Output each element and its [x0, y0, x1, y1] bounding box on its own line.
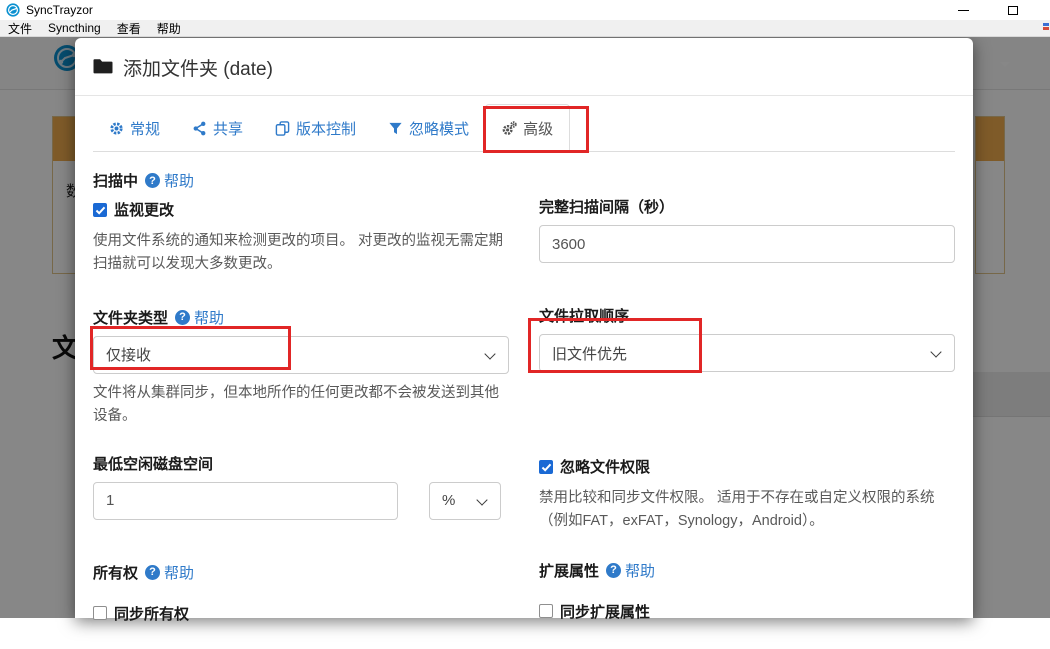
- sync-xattr-label: 同步扩展属性: [560, 601, 650, 622]
- dialog-body: 扫描中 ? 帮助 监视更改 使用文件系统的通知来检测更改的项目。 对更改的监视无…: [93, 162, 955, 624]
- dialog-header: 添加文件夹 (date): [75, 38, 973, 96]
- rescan-interval-input[interactable]: [539, 225, 955, 263]
- menubar: 文件 Syncthing 查看 帮助: [0, 20, 1050, 37]
- question-circle-icon: ?: [606, 563, 621, 578]
- tab-label: 共享: [213, 118, 243, 139]
- scanning-heading: 扫描中 ? 帮助: [93, 170, 509, 191]
- checkbox-unchecked-icon[interactable]: [539, 604, 553, 618]
- filter-icon: [388, 121, 403, 136]
- min-disk-row: %: [93, 482, 509, 520]
- menu-view[interactable]: 查看: [111, 20, 147, 37]
- menu-syncthing[interactable]: Syncthing: [42, 21, 107, 35]
- watch-changes-checkbox-row[interactable]: 监视更改: [93, 199, 509, 220]
- folder-type-desc: 文件将从集群同步，但本地所作的任何更改都不会被发送到其他设备。: [93, 382, 509, 429]
- question-circle-icon: ?: [145, 173, 160, 188]
- share-icon: [192, 121, 207, 136]
- chevron-down-icon: [930, 346, 941, 357]
- tab-label: 忽略模式: [409, 118, 469, 139]
- left-column: 扫描中 ? 帮助 监视更改 使用文件系统的通知来检测更改的项目。 对更改的监视无…: [93, 162, 509, 624]
- xattr-heading: 扩展属性 ? 帮助: [539, 560, 955, 581]
- menu-file[interactable]: 文件: [2, 20, 38, 37]
- ownership-heading: 所有权 ? 帮助: [93, 562, 509, 583]
- tab-general[interactable]: 常规: [93, 104, 176, 152]
- question-circle-icon: ?: [145, 565, 160, 580]
- folder-type-help-link[interactable]: ? 帮助: [175, 307, 224, 328]
- dialog-title: 添加文件夹 (date): [123, 54, 273, 81]
- titlebar: SyncTrayzor ❙: [0, 0, 1050, 20]
- maximize-button[interactable]: [998, 0, 1028, 20]
- ignore-permissions-desc: 禁用比较和同步文件权限。 适用于不存在或自定义权限的系统（例如FAT，exFAT…: [539, 487, 955, 534]
- tab-label: 常规: [130, 118, 160, 139]
- checkbox-unchecked-icon[interactable]: [93, 606, 107, 620]
- annotation-box-folder-type: [90, 326, 291, 370]
- rescan-interval-label: 完整扫描间隔（秒）: [539, 196, 955, 217]
- checkbox-checked-icon[interactable]: [539, 460, 553, 474]
- tab-label: 版本控制: [296, 118, 356, 139]
- ownership-help-link[interactable]: ? 帮助: [145, 562, 194, 583]
- annotation-box-advanced-tab: [483, 106, 589, 153]
- tab-ignore-patterns[interactable]: 忽略模式: [372, 104, 485, 152]
- ignore-permissions-checkbox-row[interactable]: 忽略文件权限: [539, 456, 955, 477]
- copy-icon: [275, 121, 290, 136]
- xattr-help-link[interactable]: ? 帮助: [606, 560, 655, 581]
- checkbox-checked-icon[interactable]: [93, 203, 107, 217]
- watch-changes-label: 监视更改: [114, 199, 174, 220]
- close-button[interactable]: ❙: [1043, 0, 1050, 20]
- watch-changes-desc: 使用文件系统的通知来检测更改的项目。 对更改的监视无需定期扫描就可以发现大多数更…: [93, 230, 509, 277]
- ignore-permissions-label: 忽略文件权限: [560, 456, 650, 477]
- min-disk-label: 最低空闲磁盘空间: [93, 453, 509, 474]
- tray-status-icon: [1043, 23, 1049, 34]
- sync-xattr-checkbox-row[interactable]: 同步扩展属性: [539, 601, 955, 622]
- annotation-box-pull-order: [528, 318, 702, 373]
- minimize-button[interactable]: [948, 0, 978, 20]
- gear-icon: [109, 121, 124, 136]
- background-fragment: SE: [974, 632, 1050, 649]
- menu-help[interactable]: 帮助: [151, 20, 187, 37]
- tab-versioning[interactable]: 版本控制: [259, 104, 372, 152]
- min-disk-unit-select[interactable]: %: [429, 482, 501, 520]
- window-title: SyncTrayzor: [26, 3, 93, 17]
- question-circle-icon: ?: [175, 310, 190, 325]
- folder-icon: [92, 57, 114, 77]
- chevron-down-icon: [484, 348, 495, 359]
- chevron-down-icon: [476, 494, 487, 505]
- tab-sharing[interactable]: 共享: [176, 104, 259, 152]
- synctrayzor-app-icon: [6, 3, 20, 17]
- sync-ownership-checkbox-row[interactable]: 同步所有权: [93, 603, 509, 624]
- sync-ownership-label: 同步所有权: [114, 603, 189, 624]
- right-column: 完整扫描间隔（秒） 文件拉取顺序 旧文件优先 忽略文件权限 禁用比较和同步文件权…: [539, 162, 955, 624]
- min-disk-input[interactable]: [93, 482, 398, 520]
- scanning-help-link[interactable]: ? 帮助: [145, 170, 194, 191]
- folder-type-label: 文件夹类型 ? 帮助: [93, 307, 509, 328]
